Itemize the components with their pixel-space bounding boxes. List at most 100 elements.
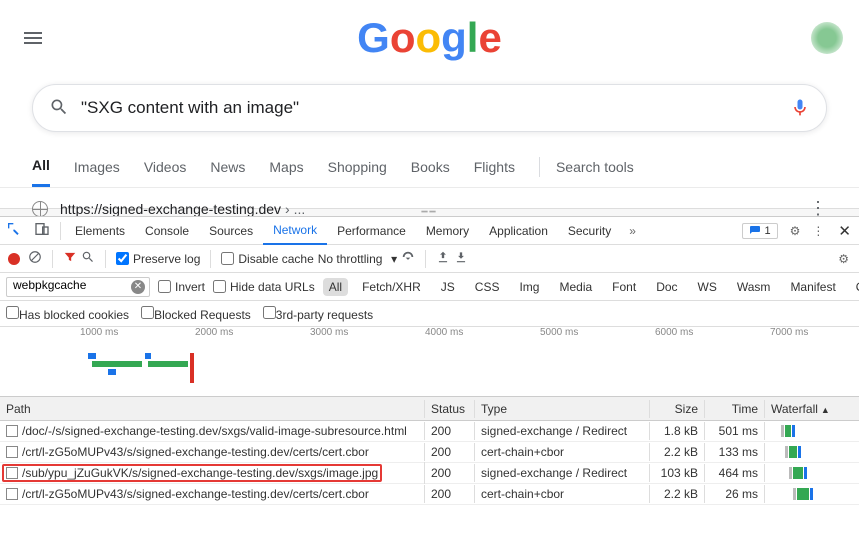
cell-waterfall — [765, 423, 859, 439]
panel-memory[interactable]: Memory — [416, 218, 479, 244]
result-breadcrumb: › ... — [285, 201, 305, 217]
table-row[interactable]: /crt/l-zG5oMUPv43/s/signed-exchange-test… — [0, 484, 859, 505]
hide-data-urls-checkbox[interactable]: Hide data URLs — [213, 280, 315, 294]
filter-all[interactable]: All — [323, 278, 348, 296]
blocked-requests-checkbox[interactable]: Blocked Requests — [141, 306, 251, 322]
tab-images[interactable]: Images — [74, 148, 120, 186]
cell-path: /doc/-/s/signed-exchange-testing.dev/sxg… — [0, 422, 425, 440]
inspect-element-icon[interactable] — [0, 221, 28, 240]
download-har-icon[interactable] — [454, 250, 468, 267]
clear-button[interactable] — [28, 250, 42, 267]
filter-media[interactable]: Media — [553, 278, 598, 296]
cell-type: cert-chain+cbor — [475, 485, 650, 503]
tick: 5000 ms — [540, 327, 578, 338]
search-input[interactable] — [81, 98, 790, 118]
close-devtools-icon[interactable]: ✕ — [830, 222, 859, 240]
network-overview[interactable]: 1000 ms 2000 ms 3000 ms 4000 ms 5000 ms … — [0, 327, 859, 397]
filter-wasm[interactable]: Wasm — [731, 278, 777, 296]
cell-waterfall — [765, 465, 859, 481]
filter-manifest[interactable]: Manifest — [784, 278, 841, 296]
network-search-icon[interactable] — [81, 250, 95, 267]
upload-har-icon[interactable] — [436, 250, 450, 267]
filter-input-wrap: ✕ — [6, 277, 150, 297]
cell-status: 200 — [425, 443, 475, 461]
globe-icon — [32, 201, 48, 217]
cell-size: 2.2 kB — [650, 443, 705, 461]
mic-icon[interactable] — [790, 97, 810, 120]
panel-application[interactable]: Application — [479, 218, 558, 244]
tab-news[interactable]: News — [210, 148, 245, 186]
disable-cache-checkbox[interactable]: Disable cache — [221, 252, 313, 266]
cell-waterfall — [765, 444, 859, 460]
issues-badge[interactable]: 1 — [742, 223, 778, 239]
record-button[interactable] — [8, 253, 20, 265]
tick: 6000 ms — [655, 327, 693, 338]
table-row[interactable]: /doc/-/s/signed-exchange-testing.dev/sxg… — [0, 421, 859, 442]
filter-ws[interactable]: WS — [692, 278, 723, 296]
cell-path: /crt/l-zG5oMUPv43/s/signed-exchange-test… — [0, 443, 425, 461]
cell-type: signed-exchange / Redirect — [475, 464, 650, 482]
panel-performance[interactable]: Performance — [327, 218, 416, 244]
devtools-menu-icon[interactable]: ⋮ — [806, 224, 830, 238]
filter-fetch[interactable]: Fetch/XHR — [356, 278, 427, 296]
panel-security[interactable]: Security — [558, 218, 621, 244]
search-icon — [49, 97, 69, 120]
col-time[interactable]: Time — [705, 400, 765, 418]
table-row[interactable]: /crt/l-zG5oMUPv43/s/signed-exchange-test… — [0, 442, 859, 463]
more-panels-icon[interactable]: » — [621, 224, 644, 238]
col-path[interactable]: Path — [0, 400, 425, 418]
filter-input[interactable] — [13, 278, 143, 292]
panel-sources[interactable]: Sources — [199, 218, 263, 244]
search-box[interactable] — [32, 84, 827, 132]
panel-elements[interactable]: Elements — [65, 218, 135, 244]
cell-time: 26 ms — [705, 485, 765, 503]
cell-size: 2.2 kB — [650, 485, 705, 503]
device-toggle-icon[interactable] — [28, 221, 56, 240]
search-tools[interactable]: Search tools — [556, 148, 634, 186]
third-party-checkbox[interactable]: 3rd-party requests — [263, 306, 373, 322]
tab-all[interactable]: All — [32, 146, 50, 187]
network-settings-icon[interactable]: ⚙ — [832, 252, 855, 266]
tick: 4000 ms — [425, 327, 463, 338]
clear-filter-icon[interactable]: ✕ — [131, 280, 145, 294]
col-size[interactable]: Size — [650, 400, 705, 418]
preserve-log-checkbox[interactable]: Preserve log — [116, 252, 200, 266]
google-doodle[interactable]: Google — [48, 8, 811, 68]
network-conditions-icon[interactable] — [401, 250, 415, 267]
filter-icon[interactable] — [63, 250, 77, 267]
table-row[interactable]: /sub/ypu_jZuGukVK/s/signed-exchange-test… — [0, 463, 859, 484]
cell-time: 501 ms — [705, 422, 765, 440]
col-status[interactable]: Status — [425, 400, 475, 418]
filter-doc[interactable]: Doc — [650, 278, 683, 296]
invert-checkbox[interactable]: Invert — [158, 280, 205, 294]
col-waterfall[interactable]: Waterfall▲ — [765, 400, 859, 418]
tick: 7000 ms — [770, 327, 808, 338]
tab-maps[interactable]: Maps — [269, 148, 303, 186]
filter-js[interactable]: JS — [435, 278, 461, 296]
avatar[interactable] — [811, 22, 843, 54]
tab-flights[interactable]: Flights — [474, 148, 515, 186]
cell-time: 464 ms — [705, 464, 765, 482]
filter-other[interactable]: Other — [850, 278, 859, 296]
tab-shopping[interactable]: Shopping — [328, 148, 387, 186]
cell-status: 200 — [425, 464, 475, 482]
panel-network[interactable]: Network — [263, 217, 327, 245]
settings-icon[interactable]: ⚙ — [784, 224, 807, 238]
panel-console[interactable]: Console — [135, 218, 199, 244]
filter-img[interactable]: Img — [513, 278, 545, 296]
cell-type: cert-chain+cbor — [475, 443, 650, 461]
filter-font[interactable]: Font — [606, 278, 642, 296]
blocked-cookies-checkbox[interactable]: Has blocked cookies — [6, 306, 129, 322]
throttling-select[interactable]: No throttling ▾ — [318, 252, 397, 266]
result-url[interactable]: https://signed-exchange-testing.dev — [60, 201, 281, 217]
tick: 1000 ms — [80, 327, 118, 338]
menu-icon[interactable] — [24, 26, 48, 50]
cell-waterfall — [765, 486, 859, 502]
cell-status: 200 — [425, 485, 475, 503]
col-type[interactable]: Type — [475, 400, 650, 418]
tab-videos[interactable]: Videos — [144, 148, 187, 186]
tab-books[interactable]: Books — [411, 148, 450, 186]
filter-css[interactable]: CSS — [469, 278, 506, 296]
cell-status: 200 — [425, 422, 475, 440]
cell-size: 103 kB — [650, 464, 705, 482]
